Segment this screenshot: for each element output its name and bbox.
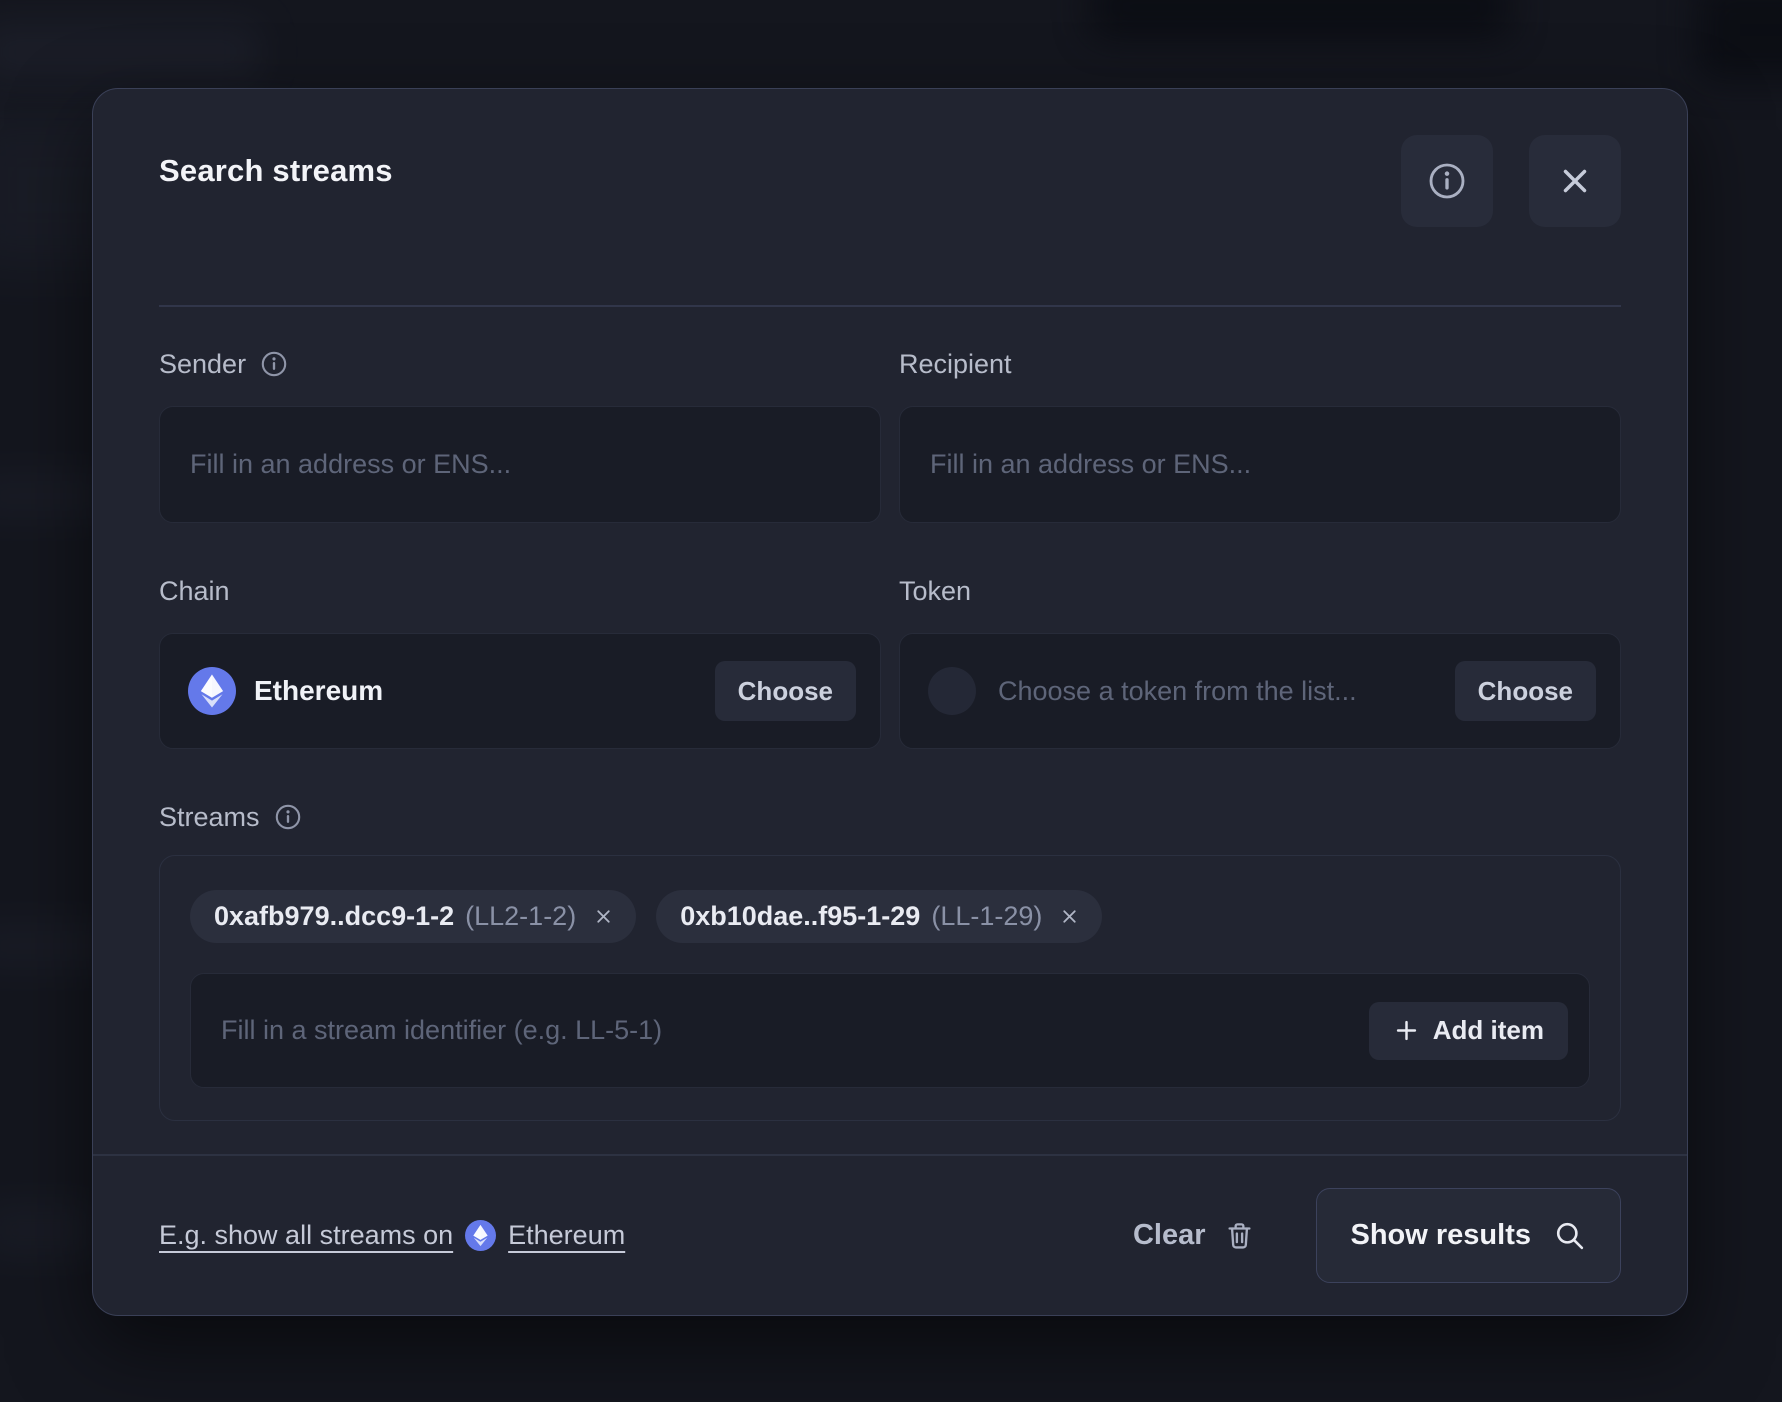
stream-chip-alias: (LL-1-29)	[931, 901, 1042, 932]
clear-button[interactable]: Clear	[1127, 1218, 1262, 1253]
background-blur-artifact	[0, 22, 260, 82]
stream-input-row: Add item	[190, 973, 1590, 1088]
stream-chip-list: 0xafb979..dcc9-1-2 (LL2-1-2) 0xb	[190, 890, 1590, 943]
streams-info-icon[interactable]	[274, 803, 302, 831]
recipient-field-group: Recipient	[899, 348, 1621, 523]
search-icon	[1553, 1219, 1586, 1252]
remove-chip-icon[interactable]	[593, 906, 614, 927]
stream-chip-id: 0xafb979..dcc9-1-2	[214, 901, 454, 932]
add-item-label: Add item	[1433, 1015, 1544, 1046]
stream-chip[interactable]: 0xafb979..dcc9-1-2 (LL2-1-2)	[190, 890, 636, 943]
footer-actions: Clear Show results	[1127, 1188, 1621, 1283]
plus-icon	[1393, 1017, 1420, 1044]
token-field-group: Token Choose a token from the list... Ch…	[899, 575, 1621, 749]
modal-title: Search streams	[159, 153, 393, 189]
info-button[interactable]	[1401, 135, 1493, 227]
token-placeholder-text: Choose a token from the list...	[998, 676, 1357, 707]
sender-label-row: Sender	[159, 348, 881, 380]
recipient-input[interactable]	[899, 406, 1621, 523]
chain-choose-button[interactable]: Choose	[715, 661, 856, 721]
chain-select[interactable]: Ethereum Choose	[159, 633, 881, 749]
chain-value: Ethereum	[254, 675, 383, 707]
token-choose-button[interactable]: Choose	[1455, 661, 1596, 721]
close-icon	[1556, 162, 1594, 200]
remove-chip-icon[interactable]	[1059, 906, 1080, 927]
token-label: Token	[899, 576, 971, 607]
chain-field-group: Chain Ethereum Choose	[159, 575, 881, 749]
token-label-row: Token	[899, 575, 1621, 607]
close-button[interactable]	[1529, 135, 1621, 227]
sender-info-icon[interactable]	[260, 350, 288, 378]
modal-header: Search streams	[93, 89, 1687, 307]
trash-icon	[1223, 1219, 1256, 1252]
modal-body: Sender Recipient	[93, 307, 1687, 1121]
token-select[interactable]: Choose a token from the list... Choose	[899, 633, 1621, 749]
stream-chip-alias: (LL2-1-2)	[465, 901, 576, 932]
header-actions	[1401, 135, 1621, 227]
chain-label-row: Chain	[159, 575, 881, 607]
example-streams-link[interactable]: E.g. show all streams on Ethereum	[159, 1220, 625, 1251]
streams-box: 0xafb979..dcc9-1-2 (LL2-1-2) 0xb	[159, 855, 1621, 1121]
modal-footer: E.g. show all streams on Ethereum Clear	[93, 1154, 1687, 1315]
sender-input[interactable]	[159, 406, 881, 523]
streams-label: Streams	[159, 802, 260, 833]
ethereum-logo-icon	[188, 667, 236, 715]
sender-label: Sender	[159, 349, 246, 380]
recipient-label-row: Recipient	[899, 348, 1621, 380]
chain-label: Chain	[159, 576, 230, 607]
show-results-button[interactable]: Show results	[1316, 1188, 1622, 1283]
ethereum-logo-icon	[465, 1220, 496, 1251]
recipient-label: Recipient	[899, 349, 1012, 380]
background-blur-artifact	[0, 1200, 100, 1260]
streams-field-group: Streams 0xafb979..dcc9-	[159, 801, 1621, 1121]
clear-label: Clear	[1133, 1219, 1206, 1252]
show-results-label: Show results	[1351, 1219, 1532, 1252]
header-divider	[159, 305, 1621, 307]
add-item-button[interactable]: Add item	[1369, 1002, 1568, 1060]
example-link-chain: Ethereum	[508, 1220, 625, 1251]
background-blur-artifact	[1696, 0, 1782, 80]
streams-label-row: Streams	[159, 801, 1621, 833]
background-blur-artifact	[1090, 0, 1510, 38]
stream-chip[interactable]: 0xb10dae..f95-1-29 (LL-1-29)	[656, 890, 1102, 943]
token-placeholder-circle-icon	[928, 667, 976, 715]
stream-chip-id: 0xb10dae..f95-1-29	[680, 901, 920, 932]
search-streams-modal: Search streams	[92, 88, 1688, 1316]
screen: Search streams	[0, 0, 1782, 1402]
sender-field-group: Sender	[159, 348, 881, 523]
info-icon	[1427, 161, 1467, 201]
example-link-prefix: E.g. show all streams on	[159, 1220, 453, 1251]
